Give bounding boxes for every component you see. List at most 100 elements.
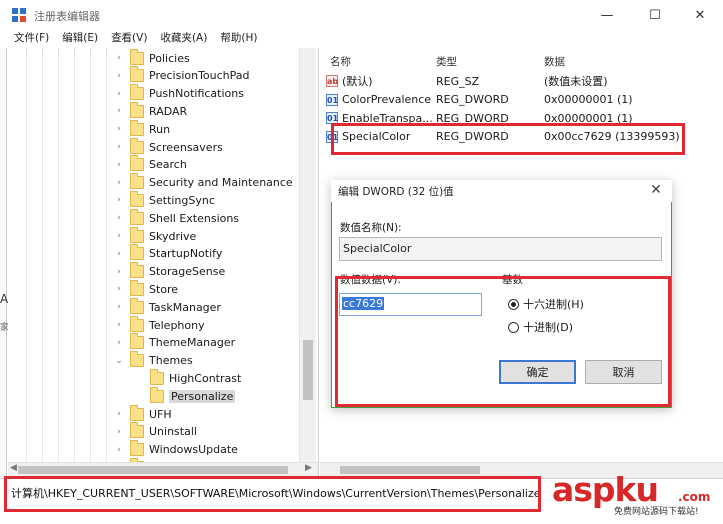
folder-icon (130, 173, 144, 190)
value-row[interactable]: ab (默认) REG_SZ (数值未设置) (326, 72, 723, 90)
tree-item-label: Shell Extensions (149, 211, 240, 225)
tree-item-label: Security and Maintenance (149, 176, 293, 190)
tree-item-settingsync[interactable]: › SettingSync (114, 190, 215, 209)
tree-item-highcontrast[interactable]: HighContrast (134, 368, 242, 387)
menu-help[interactable]: 帮助(H) (220, 30, 257, 48)
chevron-right-icon[interactable]: › (114, 249, 124, 259)
chevron-right-icon[interactable]: › (114, 106, 124, 116)
tree-item-pushnotifications[interactable]: › PushNotifications (114, 84, 244, 103)
key-tree-pane[interactable]: › Policies › PrecisionTouchPad › PushNotifica… (8, 48, 319, 478)
dialog-title: 编辑 DWORD (32 位)值 (338, 186, 454, 198)
chevron-right-icon[interactable]: › (114, 53, 124, 63)
folder-icon (130, 226, 144, 243)
watermark-tld: .com (678, 490, 711, 504)
tree-item-storagesense[interactable]: › StorageSense (114, 262, 225, 281)
chevron-right-icon[interactable]: › (114, 124, 124, 134)
tree-item-label: Uninstall (149, 425, 197, 439)
tree-item-label: Policies (149, 51, 190, 65)
minimize-button[interactable]: — (584, 0, 630, 30)
menu-view[interactable]: 查看(V) (111, 30, 147, 48)
tree-item-themes[interactable]: ⌄ Themes (114, 351, 193, 370)
folder-icon (130, 244, 144, 261)
highlight-box-specialcolor (331, 123, 685, 155)
folder-icon (130, 297, 144, 314)
tree-item-windowsupdate[interactable]: › WindowsUpdate (114, 440, 238, 459)
tree-item-label: PushNotifications (149, 87, 244, 101)
chevron-right-icon[interactable]: › (114, 89, 124, 99)
window-title: 注册表编辑器 (34, 10, 100, 23)
chevron-down-icon[interactable]: ⌄ (114, 356, 124, 366)
chevron-right-icon[interactable]: › (114, 195, 124, 205)
chevron-right-icon[interactable]: › (114, 231, 124, 241)
tree-item-search[interactable]: › Search (114, 155, 187, 174)
chevron-right-icon[interactable]: › (114, 178, 124, 188)
background-window-edge (0, 48, 7, 478)
column-header-name[interactable]: 名称 (330, 54, 351, 69)
scroll-right-arrow-icon[interactable]: ▶ (305, 463, 312, 473)
tree-item-telephony[interactable]: › Telephony (114, 315, 205, 334)
regedit-app-icon (12, 8, 26, 22)
chevron-right-icon[interactable]: › (114, 445, 124, 455)
chevron-right-icon[interactable]: › (114, 320, 124, 330)
chevron-right-icon[interactable]: › (114, 284, 124, 294)
column-header-type[interactable]: 类型 (436, 54, 457, 69)
column-header-data[interactable]: 数据 (544, 54, 565, 69)
tree-item-personalize[interactable]: Personalize (134, 386, 236, 405)
folder-icon (130, 101, 144, 118)
menu-edit[interactable]: 编辑(E) (62, 30, 98, 48)
menu-file[interactable]: 文件(F) (14, 30, 49, 48)
close-button[interactable]: ✕ (677, 0, 723, 30)
watermark-tagline: 免费网站源码下载站! (612, 504, 701, 517)
tree-item-security-and-maintenance[interactable]: › Security and Maintenance (114, 173, 293, 192)
folder-icon (130, 155, 144, 172)
maximize-button[interactable]: ☐ (632, 0, 678, 30)
tree-item-taskmanager[interactable]: › TaskManager (114, 297, 221, 316)
tree-item-policies[interactable]: › Policies (114, 48, 190, 67)
folder-icon (130, 190, 144, 207)
tree-item-store[interactable]: › Store (114, 279, 179, 298)
highlight-box-path (4, 476, 541, 512)
tree-item-label: PrecisionTouchPad (149, 69, 250, 83)
tree-item-shell-extensions[interactable]: › Shell Extensions (114, 208, 240, 227)
folder-icon (130, 315, 144, 332)
chevron-right-icon[interactable]: › (114, 160, 124, 170)
value-name: ColorPrevalence (342, 93, 432, 106)
chevron-right-icon[interactable]: › (114, 142, 124, 152)
tree-item-skydrive[interactable]: › Skydrive (114, 226, 197, 245)
tree-item-label: RADAR (149, 104, 188, 118)
chevron-right-icon[interactable]: › (114, 267, 124, 277)
chevron-right-icon[interactable]: › (114, 409, 124, 419)
menu-favorites[interactable]: 收藏夹(A) (160, 30, 207, 48)
tree-item-radar[interactable]: › RADAR (114, 101, 188, 120)
chevron-right-icon[interactable]: › (114, 338, 124, 348)
tree-item-uninstall[interactable]: › Uninstall (114, 422, 197, 441)
value-name: (默认) (342, 75, 373, 88)
value-row[interactable]: 01 ColorPrevalence REG_DWORD 0x00000001 (1) (326, 91, 723, 109)
tree-item-label: Store (149, 282, 179, 296)
tree-item-label: Screensavers (149, 140, 223, 154)
tree-item-thememanager[interactable]: › ThemeManager (114, 333, 235, 352)
tree-item-run[interactable]: › Run (114, 119, 170, 138)
scroll-left-arrow-icon[interactable]: ◀ (10, 463, 17, 473)
values-hscroll-thumb[interactable] (340, 466, 480, 474)
folder-icon (130, 404, 144, 421)
value-data: (数值未设置) (544, 75, 608, 88)
tree-item-precisiontouchpad[interactable]: › PrecisionTouchPad (114, 66, 250, 85)
tree-item-label: StartupNotify (149, 247, 223, 261)
chevron-right-icon[interactable]: › (114, 213, 124, 223)
tree-hscroll-thumb[interactable] (18, 466, 288, 474)
tree-item-label: HighContrast (169, 371, 242, 385)
chevron-right-icon[interactable]: › (114, 427, 124, 437)
chevron-right-icon[interactable]: › (114, 71, 124, 81)
tree-item-ufh[interactable]: › UFH (114, 404, 172, 423)
tree-item-screensavers[interactable]: › Screensavers (114, 137, 223, 156)
folder-icon (130, 333, 144, 350)
chevron-right-icon[interactable]: › (114, 302, 124, 312)
tree-item-label: Telephony (149, 318, 205, 332)
folder-icon (130, 137, 144, 154)
dialog-close-icon[interactable]: ✕ (646, 182, 666, 198)
tree-item-startupnotify[interactable]: › StartupNotify (114, 244, 223, 263)
tree-item-label: Skydrive (149, 229, 197, 243)
folder-icon (130, 440, 144, 457)
tree-scroll-thumb[interactable] (303, 340, 313, 400)
